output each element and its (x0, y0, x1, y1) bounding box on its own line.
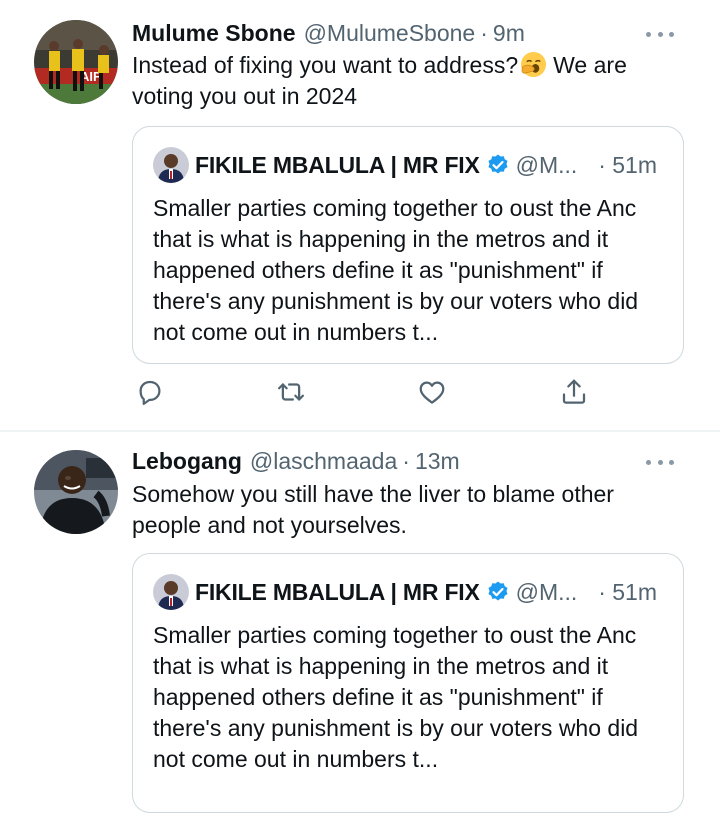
avatar[interactable]: AIF (34, 20, 118, 104)
author-handle[interactable]: @MulumeSbone (304, 20, 476, 47)
separator: · (480, 19, 488, 46)
quote-text: Smaller parties coming together to oust … (153, 622, 639, 772)
quote-timestamp[interactable]: · 51m (598, 579, 657, 606)
avatar[interactable] (34, 450, 118, 534)
separator: · (402, 447, 410, 474)
tweet-actions (132, 374, 602, 410)
quote-text: Smaller parties coming together to oust … (153, 195, 639, 345)
quote-header: FIKILE MBALULA | MR FIX @M... · 51m (195, 574, 657, 610)
quote-author-name[interactable]: FIKILE MBALULA | MR FIX (195, 152, 480, 179)
tweet-text: Somehow you still have the liver to blam… (132, 481, 614, 538)
tweet-header: Mulume Sbone @MulumeSbone · 9m (132, 18, 690, 48)
like-button[interactable] (414, 374, 450, 410)
share-button[interactable] (556, 374, 592, 410)
tweet-text-part: Instead of fixing you want to address? (132, 52, 519, 78)
quote-author-handle[interactable]: @M... (516, 579, 578, 606)
tweet-header: Lebogang @laschmaada · 13m (132, 446, 690, 476)
timestamp[interactable]: 9m (493, 20, 525, 47)
quote-author-name[interactable]: FIKILE MBALULA | MR FIX (195, 579, 480, 606)
quote-header: FIKILE MBALULA | MR FIX @M... · 51m (195, 147, 657, 183)
author-name[interactable]: Mulume Sbone (132, 20, 296, 47)
avatar[interactable] (153, 574, 189, 610)
quoted-tweet[interactable]: FIKILE MBALULA | MR FIX @M... · 51m Smal… (132, 126, 684, 364)
quote-author-handle[interactable]: @M... (516, 152, 578, 179)
reply-icon (139, 380, 161, 405)
more-icon[interactable] (646, 24, 674, 44)
yawning-face-icon (521, 51, 547, 78)
retweet-icon (278, 383, 304, 401)
verified-icon (488, 154, 508, 174)
like-icon (419, 381, 445, 404)
more-icon[interactable] (646, 452, 674, 472)
quoted-tweet[interactable]: FIKILE MBALULA | MR FIX @M... · 51m Smal… (132, 553, 684, 813)
timestamp[interactable]: 13m (415, 448, 460, 475)
tweet[interactable]: Lebogang @laschmaada · 13m Somehow you s… (0, 432, 720, 813)
verified-icon (488, 581, 508, 601)
share-icon (562, 379, 586, 404)
author-handle[interactable]: @laschmaada (250, 448, 397, 475)
author-name[interactable]: Lebogang (132, 448, 242, 475)
avatar[interactable] (153, 147, 189, 183)
tweet-text: Instead of fixing you want to address? W… (132, 50, 680, 112)
quote-timestamp[interactable]: · 51m (598, 152, 657, 179)
reply-button[interactable] (132, 374, 168, 410)
tweet[interactable]: AIF Mulume Sbone @MulumeSbone · 9m Inste… (0, 0, 720, 430)
retweet-button[interactable] (273, 374, 309, 410)
